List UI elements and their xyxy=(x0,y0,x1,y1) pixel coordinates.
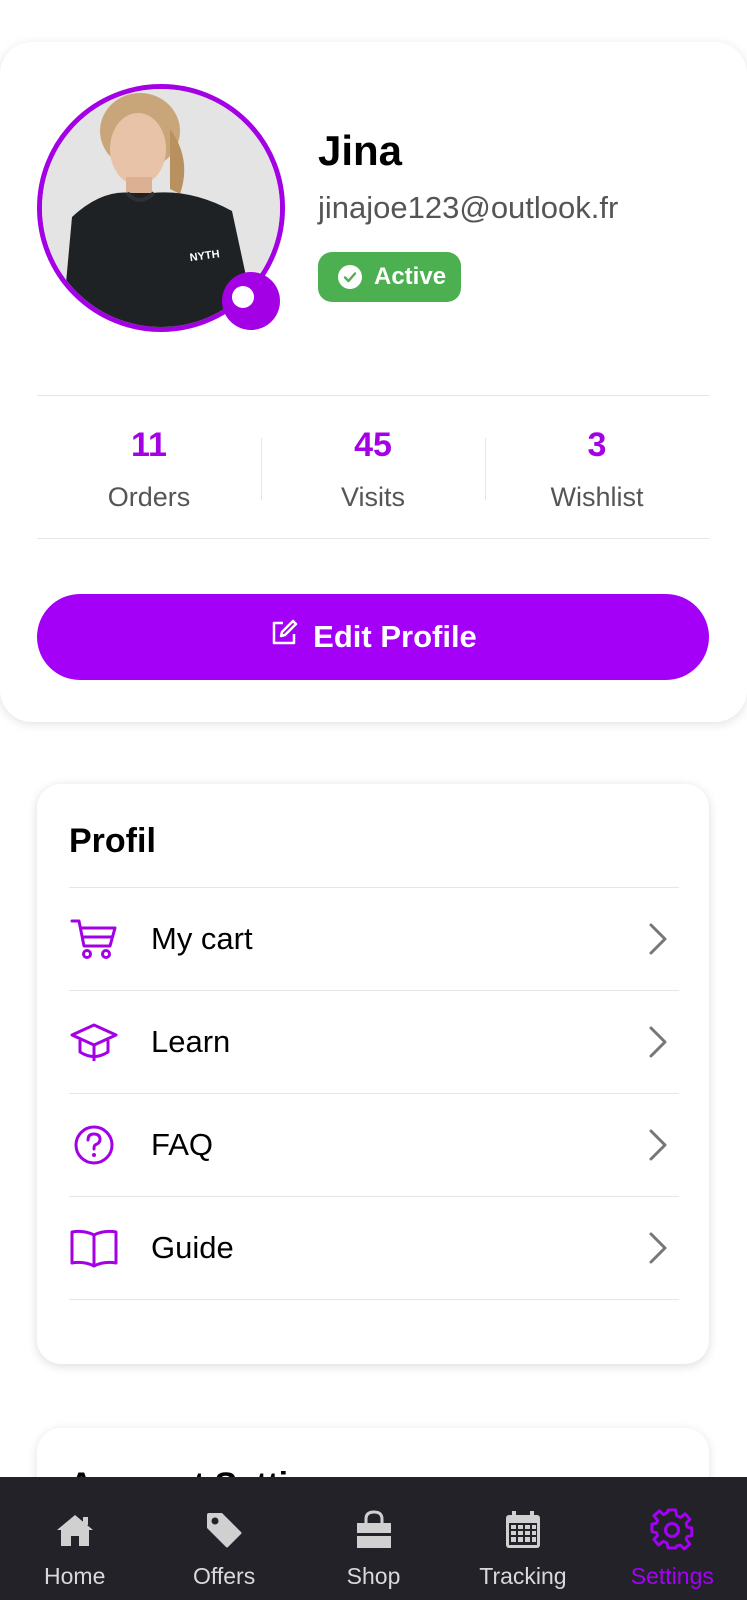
calendar-icon xyxy=(500,1507,546,1553)
bottom-nav: Home Offers Shop Tracking Settings xyxy=(0,1477,747,1600)
chevron-right-icon xyxy=(647,1128,669,1167)
stat-value: 3 xyxy=(587,426,607,464)
user-email: jinajoe123@outlook.fr xyxy=(318,190,619,225)
camera-icon xyxy=(232,286,254,308)
stat-value: 45 xyxy=(354,426,392,464)
nav-item-shop[interactable]: Shop xyxy=(299,1477,448,1600)
profile-card: NYTH Jina jinajoe123@outlook.fr Active 1… xyxy=(0,42,747,722)
chevron-right-icon xyxy=(647,1025,669,1064)
profile-menu-card: Profil My cart Learn FAQ Guide xyxy=(37,784,709,1364)
menu-item-learn[interactable]: Learn xyxy=(69,991,679,1094)
nav-item-settings[interactable]: Settings xyxy=(598,1477,747,1600)
status-badge: Active xyxy=(318,252,461,302)
stat-label: Orders xyxy=(107,482,191,512)
question-circle-icon xyxy=(69,1120,119,1170)
nav-label: Shop xyxy=(346,1563,401,1589)
menu-item-guide[interactable]: Guide xyxy=(69,1197,679,1300)
edit-profile-label: Edit Profile xyxy=(313,619,477,654)
tag-icon xyxy=(201,1507,247,1553)
stat-label: Visits xyxy=(340,482,406,512)
nav-label: Tracking xyxy=(479,1563,567,1589)
cart-icon xyxy=(69,914,119,964)
stat-wishlist[interactable]: 3 Wishlist xyxy=(485,396,709,538)
graduation-cap-icon xyxy=(69,1017,119,1067)
stat-visits[interactable]: 45 Visits xyxy=(261,396,485,538)
nav-item-home[interactable]: Home xyxy=(0,1477,149,1600)
gear-icon xyxy=(649,1507,695,1553)
edit-icon xyxy=(269,618,299,656)
menu-item-faq[interactable]: FAQ xyxy=(69,1094,679,1197)
menu-item-label: Guide xyxy=(151,1230,234,1265)
book-icon xyxy=(69,1223,119,1273)
nav-label: Offers xyxy=(193,1563,256,1589)
menu-item-label: My cart xyxy=(151,921,253,956)
profile-menu-list: My cart Learn FAQ Guide xyxy=(69,888,679,1300)
status-label: Active xyxy=(374,263,447,290)
user-name: Jina xyxy=(318,127,403,174)
menu-item-label: Learn xyxy=(151,1024,231,1059)
avatar-camera-badge[interactable] xyxy=(222,272,280,330)
nav-item-offers[interactable]: Offers xyxy=(149,1477,298,1600)
stat-value: 11 xyxy=(131,426,167,464)
menu-item-my-cart[interactable]: My cart xyxy=(69,888,679,991)
section-title: Profil xyxy=(69,822,156,860)
settings-screen: NYTH Jina jinajoe123@outlook.fr Active 1… xyxy=(0,0,747,1600)
stat-orders[interactable]: 11 Orders xyxy=(37,396,261,538)
chevron-right-icon xyxy=(647,1231,669,1270)
edit-profile-button[interactable]: Edit Profile xyxy=(37,594,709,680)
stat-label: Wishlist xyxy=(550,482,644,512)
stats-row: 11 Orders 45 Visits 3 Wishlist xyxy=(37,395,709,539)
check-circle-icon xyxy=(338,265,362,289)
home-icon xyxy=(52,1507,98,1553)
nav-label: Home xyxy=(44,1563,106,1589)
nav-item-tracking[interactable]: Tracking xyxy=(448,1477,597,1600)
menu-item-label: FAQ xyxy=(151,1127,214,1162)
nav-label: Settings xyxy=(630,1563,714,1589)
shopping-bag-icon xyxy=(351,1507,397,1553)
chevron-right-icon xyxy=(647,922,669,961)
